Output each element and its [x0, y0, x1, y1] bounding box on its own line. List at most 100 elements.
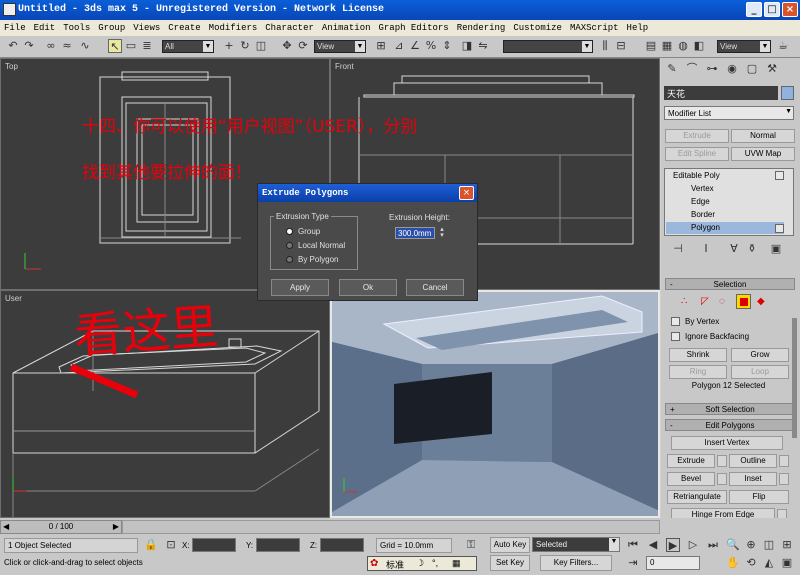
go-to-end-icon[interactable]: ⏭ — [706, 538, 720, 552]
select-region-icon[interactable]: ▭ — [124, 39, 138, 53]
inset-button[interactable]: Inset — [729, 472, 777, 486]
zoom-icon[interactable]: 🔍 — [726, 538, 740, 552]
stack-polygon-selected[interactable]: Polygon — [666, 222, 784, 234]
select-and-scale-icon[interactable]: ◫ — [254, 39, 268, 53]
bevel-button[interactable]: Bevel — [667, 472, 715, 486]
retriangulate-button[interactable]: Retriangulate — [667, 490, 727, 504]
menu-customize[interactable]: Customize — [509, 20, 566, 33]
x-coordinate-field[interactable] — [192, 538, 236, 552]
auto-key-button[interactable]: Auto Key — [490, 537, 530, 553]
mirror-tool-icon[interactable]: ⫼ — [598, 39, 612, 53]
ring-button[interactable]: Ring — [669, 365, 727, 379]
ime-mode-label[interactable]: 标准 — [386, 558, 404, 571]
menu-modifiers[interactable]: Modifiers — [205, 20, 262, 33]
configure-modifier-sets-icon[interactable]: ▣ — [769, 242, 783, 256]
height-spinner-icon[interactable]: ▴ ▾ — [438, 226, 446, 239]
by-vertex-checkbox[interactable] — [671, 317, 680, 328]
object-color-swatch[interactable] — [781, 86, 794, 100]
z-coordinate-field[interactable] — [320, 538, 364, 552]
key-mode-dropdown[interactable]: Selected ▼ — [532, 537, 620, 552]
angle-snap-icon[interactable]: ∠ — [408, 39, 422, 53]
make-unique-icon[interactable]: ∀ — [727, 242, 741, 256]
time-slider[interactable]: ◀ 0 / 100 ▶ — [0, 520, 122, 534]
display-tab-icon[interactable]: ▢ — [745, 62, 759, 76]
menu-views[interactable]: Views — [129, 20, 164, 33]
motion-tab-icon[interactable]: ◉ — [725, 62, 739, 76]
inset-settings-button[interactable] — [779, 473, 789, 485]
select-and-rotate-icon[interactable]: ↻ — [238, 39, 252, 53]
modifier-list-dropdown[interactable]: Modifier List ▼ — [664, 106, 794, 120]
bevel-settings-button[interactable] — [717, 473, 727, 485]
zoom-all-icon[interactable]: ⊕ — [744, 538, 758, 552]
menu-tools[interactable]: Tools — [59, 20, 94, 33]
loop-button[interactable]: Loop — [731, 365, 789, 379]
stack-edge[interactable]: Edge — [691, 197, 710, 206]
outline-button[interactable]: Outline — [729, 454, 777, 468]
menu-edit[interactable]: Edit — [30, 20, 60, 33]
bind-space-warp-icon[interactable]: ∿ — [78, 39, 92, 53]
redo-icon[interactable]: ↷ — [22, 39, 36, 53]
grow-button[interactable]: Grow — [731, 348, 789, 362]
extrude-button[interactable]: Extrude — [667, 454, 715, 468]
set-key-button[interactable]: Set Key — [490, 555, 530, 571]
ime-half-width-icon[interactable]: ☽ — [416, 558, 424, 569]
element-subobject-icon[interactable]: ◆ — [757, 296, 765, 307]
dialog-close-button[interactable]: × — [459, 186, 474, 200]
normal-modifier-button[interactable]: Normal — [731, 129, 795, 143]
link-icon[interactable]: ∞ — [44, 39, 58, 53]
ime-logo-icon[interactable]: ✿ — [370, 558, 378, 569]
extrude-modifier-button[interactable]: Extrude — [665, 129, 729, 143]
object-name-field[interactable]: 天花 — [664, 86, 778, 100]
hierarchy-tab-icon[interactable]: ⊶ — [705, 62, 719, 76]
stack-editable-poly[interactable]: Editable Poly — [673, 171, 720, 180]
key-filters-button[interactable]: Key Filters... — [540, 555, 612, 571]
ok-button[interactable]: Ok — [339, 279, 397, 296]
zoom-extents-all-icon[interactable]: ⊞ — [780, 538, 794, 552]
quick-render-icon[interactable]: ☕ — [776, 39, 790, 53]
zoom-extents-icon[interactable]: ◫ — [762, 538, 776, 552]
material-editor-icon[interactable]: ◍ — [676, 39, 690, 53]
soft-selection-rollout-header[interactable]: + Soft Selection — [665, 403, 795, 415]
extrude-settings-button[interactable] — [717, 455, 727, 467]
select-and-move-icon[interactable]: + — [222, 39, 236, 53]
mirror-icon[interactable]: ⇋ — [476, 39, 490, 53]
pivot-icon[interactable]: ⊞ — [374, 39, 388, 53]
named-selection-dropdown[interactable]: ▼ — [503, 40, 593, 53]
schematic-view-icon[interactable]: ▦ — [660, 39, 674, 53]
menu-file[interactable]: File — [0, 20, 30, 33]
uvw-map-button[interactable]: UVW Map — [731, 147, 795, 161]
go-to-start-icon[interactable]: ⏮ — [626, 538, 640, 552]
undo-icon[interactable]: ↶ — [6, 39, 20, 53]
selection-filter-dropdown[interactable]: All ▼ — [162, 40, 214, 53]
flip-button[interactable]: Flip — [729, 490, 789, 504]
vertex-subobject-icon[interactable]: ∴ — [681, 296, 687, 307]
edit-polygons-rollout-header[interactable]: - Edit Polygons — [665, 419, 795, 431]
insert-vertex-button[interactable]: Insert Vertex — [671, 436, 783, 450]
radio-by-polygon[interactable] — [286, 256, 293, 263]
menu-create[interactable]: Create — [164, 20, 204, 33]
play-icon[interactable]: ▶ — [666, 538, 680, 552]
close-button[interactable]: × — [782, 2, 798, 17]
snap-icon[interactable]: ⊿ — [392, 39, 406, 53]
ignore-backfacing-checkbox[interactable] — [671, 332, 680, 343]
rotate-icon[interactable]: ⟳ — [296, 39, 310, 53]
select-object-icon[interactable]: ↖ — [108, 39, 122, 53]
track-view-icon[interactable]: ▤ — [644, 39, 658, 53]
edge-subobject-icon[interactable]: ◸ — [701, 296, 709, 307]
menu-group[interactable]: Group — [94, 20, 129, 33]
edit-spline-button[interactable]: Edit Spline — [665, 147, 729, 161]
select-and-manipulate-icon[interactable]: ✥ — [280, 39, 294, 53]
remove-modifier-icon[interactable]: ⚱ — [745, 242, 759, 256]
command-panel-scrollbar[interactable] — [792, 318, 797, 438]
viewport-perspective[interactable] — [330, 290, 660, 518]
shrink-button[interactable]: Shrink — [669, 348, 727, 362]
key-mode-toggle-icon[interactable]: ⇥ — [626, 556, 640, 570]
modify-tab-icon[interactable]: ⌒ — [685, 62, 699, 76]
maximize-viewport-icon[interactable]: ▣ — [780, 556, 794, 570]
selection-rollout-header[interactable]: - Selection — [665, 278, 795, 290]
previous-frame-icon[interactable]: ◀ — [646, 538, 660, 552]
pan-icon[interactable]: ✋ — [726, 556, 740, 570]
current-frame-field[interactable]: 0 — [646, 556, 700, 570]
pin-stack-icon[interactable]: ⊣ — [671, 242, 685, 256]
border-subobject-icon[interactable]: ◌ — [719, 296, 725, 307]
